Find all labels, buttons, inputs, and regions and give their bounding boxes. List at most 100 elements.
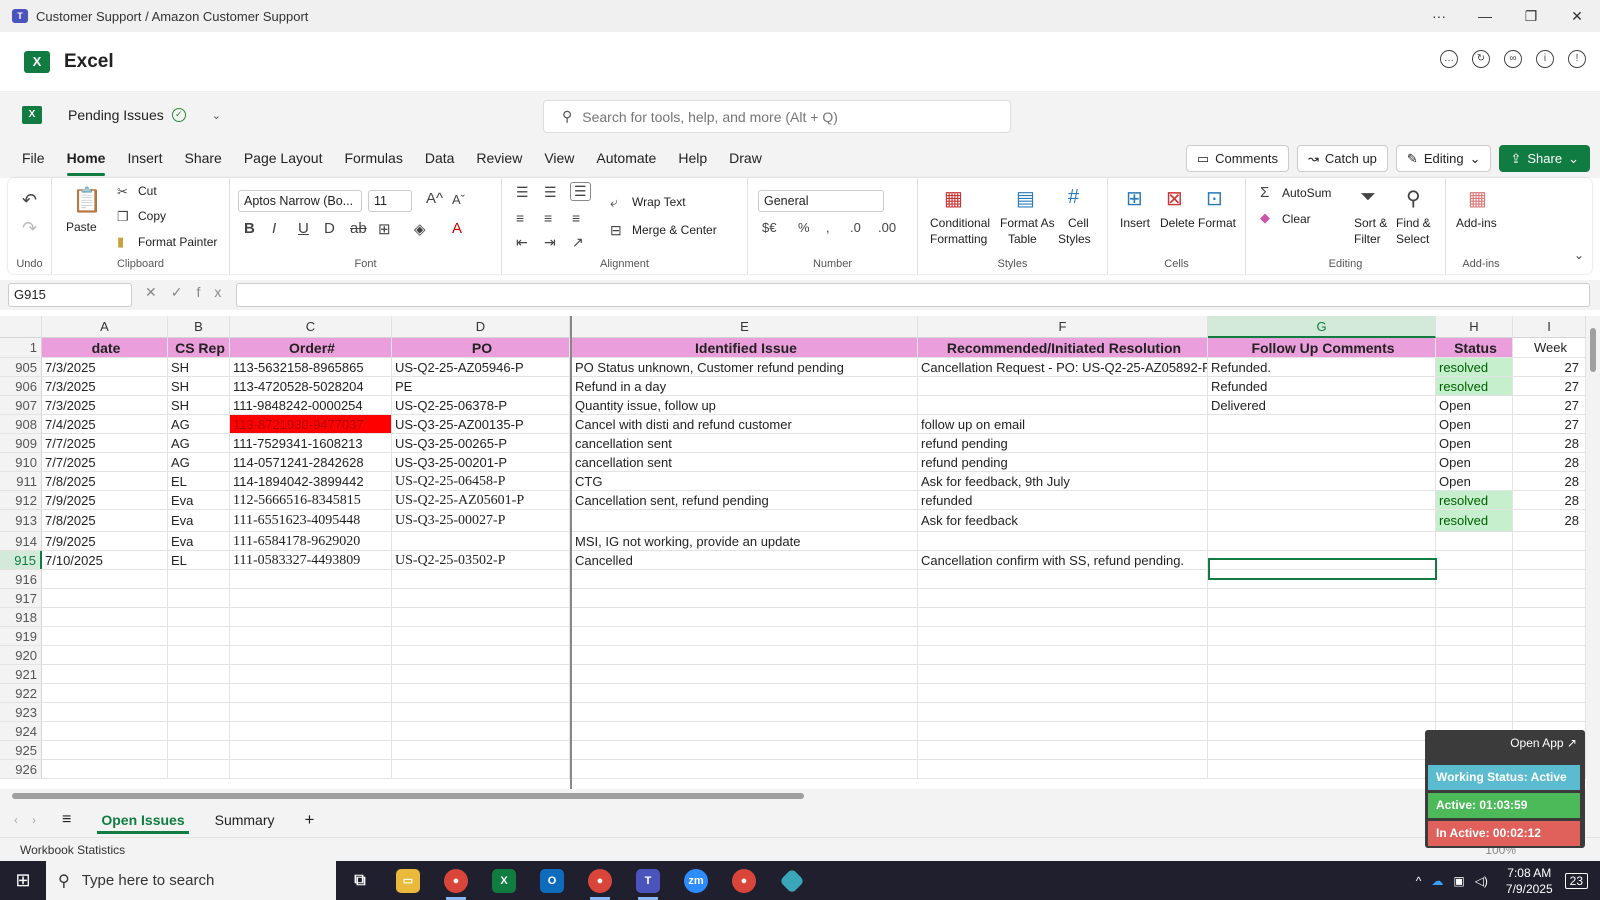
empty-cell[interactable]	[230, 760, 392, 778]
zoom-icon[interactable]: zm	[672, 861, 720, 900]
cell-cs-rep[interactable]: SH	[168, 396, 230, 414]
windows-start-icon[interactable]: ⊞	[0, 861, 46, 900]
row-number[interactable]: 924	[0, 722, 42, 740]
add-sheet-icon[interactable]: +	[301, 804, 319, 836]
shield-icon[interactable]: !	[1568, 50, 1586, 68]
empty-cell[interactable]	[918, 570, 1208, 588]
column-header-g[interactable]: G	[1208, 316, 1436, 338]
cell-status[interactable]: Open	[1436, 434, 1513, 452]
empty-cell[interactable]	[918, 627, 1208, 645]
workbook-statistics[interactable]: Workbook Statistics	[20, 843, 125, 857]
catch-up-button[interactable]: ↝ Catch up	[1296, 145, 1388, 172]
borders-icon[interactable]: ⊞	[378, 220, 391, 238]
menu-file[interactable]: File	[22, 146, 45, 170]
align-top-icon[interactable]: ☰	[516, 184, 529, 201]
empty-cell[interactable]	[572, 627, 918, 645]
menu-insert[interactable]: Insert	[127, 146, 162, 170]
cell-resolution[interactable]: Ask for feedback	[918, 510, 1208, 531]
row-number[interactable]: 908	[0, 415, 42, 433]
column-header-c[interactable]: C	[230, 316, 392, 338]
autosum-button[interactable]: AutoSum	[1282, 186, 1331, 200]
empty-cell[interactable]	[168, 684, 230, 702]
column-header-b[interactable]: B	[168, 316, 230, 338]
cell-date[interactable]: 7/3/2025	[42, 377, 168, 395]
empty-cell[interactable]	[392, 722, 570, 740]
row-number[interactable]: 913	[0, 510, 42, 531]
bold-icon[interactable]: B	[244, 220, 255, 237]
clock[interactable]: 7:08 AM 7/9/2025	[1506, 865, 1553, 897]
cut-button[interactable]: Cut	[138, 184, 157, 198]
menu-review[interactable]: Review	[476, 146, 522, 170]
cell-week[interactable]: 28	[1513, 491, 1586, 509]
paste-icon[interactable]: 📋	[72, 186, 102, 215]
row-number[interactable]: 914	[0, 532, 42, 550]
empty-cell[interactable]	[392, 703, 570, 721]
sheet-tab-open-issues[interactable]: Open Issues	[97, 806, 189, 834]
menu-home[interactable]: Home	[66, 146, 105, 176]
empty-cell[interactable]	[392, 589, 570, 607]
empty-cell[interactable]	[42, 646, 168, 664]
formula-input[interactable]	[236, 283, 1590, 307]
font-size-select[interactable]: 11	[368, 190, 412, 212]
empty-cell[interactable]	[168, 703, 230, 721]
cell-issue[interactable]: cancellation sent	[572, 453, 918, 471]
empty-cell[interactable]	[1513, 627, 1586, 645]
cell-follow-up[interactable]	[1208, 510, 1436, 531]
cell-po[interactable]: US-Q2-25-06458-P	[392, 472, 570, 490]
header-cell[interactable]: date	[42, 338, 168, 357]
row-number[interactable]: 916	[0, 570, 42, 588]
menu-page-layout[interactable]: Page Layout	[244, 146, 323, 170]
strikethrough-icon[interactable]: ab	[350, 220, 367, 237]
empty-cell[interactable]	[168, 741, 230, 759]
underline-icon[interactable]: U	[298, 220, 309, 237]
cell-status[interactable]: Open	[1436, 396, 1513, 414]
file-explorer-icon[interactable]: ▭	[384, 861, 432, 900]
merge-center-button[interactable]: Merge & Center	[632, 223, 717, 237]
header-cell[interactable]: Recommended/Initiated Resolution	[918, 338, 1208, 357]
empty-cell[interactable]	[42, 608, 168, 626]
cell-issue[interactable]: MSI, IG not working, provide an update	[572, 532, 918, 550]
cell-order[interactable]: 113-8721930-9477037	[230, 415, 392, 433]
undo-icon[interactable]: ↶	[22, 190, 37, 211]
cell-po[interactable]	[392, 532, 570, 550]
header-cell[interactable]: CS Rep	[168, 338, 230, 357]
empty-cell[interactable]	[572, 589, 918, 607]
empty-cell[interactable]	[392, 646, 570, 664]
volume-icon[interactable]: ◁)	[1475, 874, 1488, 888]
cell-status[interactable]	[1436, 532, 1513, 550]
empty-cell[interactable]	[230, 608, 392, 626]
cell-order[interactable]: 113-5632158-8965865	[230, 358, 392, 376]
cell-issue[interactable]	[572, 510, 918, 531]
percent-icon[interactable]: %	[798, 220, 810, 235]
header-cell[interactable]: PO	[392, 338, 570, 357]
file-name[interactable]: Pending Issues	[68, 107, 164, 123]
empty-cell[interactable]	[572, 703, 918, 721]
insert-cells-button[interactable]: Insert	[1120, 216, 1150, 230]
empty-cell[interactable]	[1436, 608, 1513, 626]
row-number[interactable]: 910	[0, 453, 42, 471]
copy-button[interactable]: Copy	[138, 209, 166, 223]
chrome-icon[interactable]: ●	[432, 861, 480, 900]
row-number[interactable]: 909	[0, 434, 42, 452]
cell-week[interactable]	[1513, 551, 1586, 569]
empty-cell[interactable]	[1208, 608, 1436, 626]
empty-cell[interactable]	[918, 646, 1208, 664]
chrome-second-icon[interactable]: ●	[720, 861, 768, 900]
empty-cell[interactable]	[572, 665, 918, 683]
conditional-formatting-button[interactable]: Conditional	[930, 216, 990, 230]
empty-cell[interactable]	[1208, 722, 1436, 740]
empty-cell[interactable]	[168, 646, 230, 664]
open-app-link[interactable]: Open App ↗	[1510, 736, 1577, 750]
empty-cell[interactable]	[42, 665, 168, 683]
app-diamond-icon[interactable]	[768, 861, 816, 900]
menu-formulas[interactable]: Formulas	[344, 146, 402, 170]
cell-po[interactable]: US-Q3-25-00265-P	[392, 434, 570, 452]
empty-cell[interactable]	[918, 589, 1208, 607]
decrease-font-icon[interactable]: Aˇ	[452, 192, 465, 207]
empty-cell[interactable]	[230, 627, 392, 645]
empty-cell[interactable]	[1208, 646, 1436, 664]
chevron-down-icon[interactable]: ⌄	[212, 109, 221, 122]
next-sheet-icon[interactable]: ›	[32, 813, 36, 827]
cell-follow-up[interactable]	[1208, 551, 1436, 569]
cell-week[interactable]: 27	[1513, 415, 1586, 433]
